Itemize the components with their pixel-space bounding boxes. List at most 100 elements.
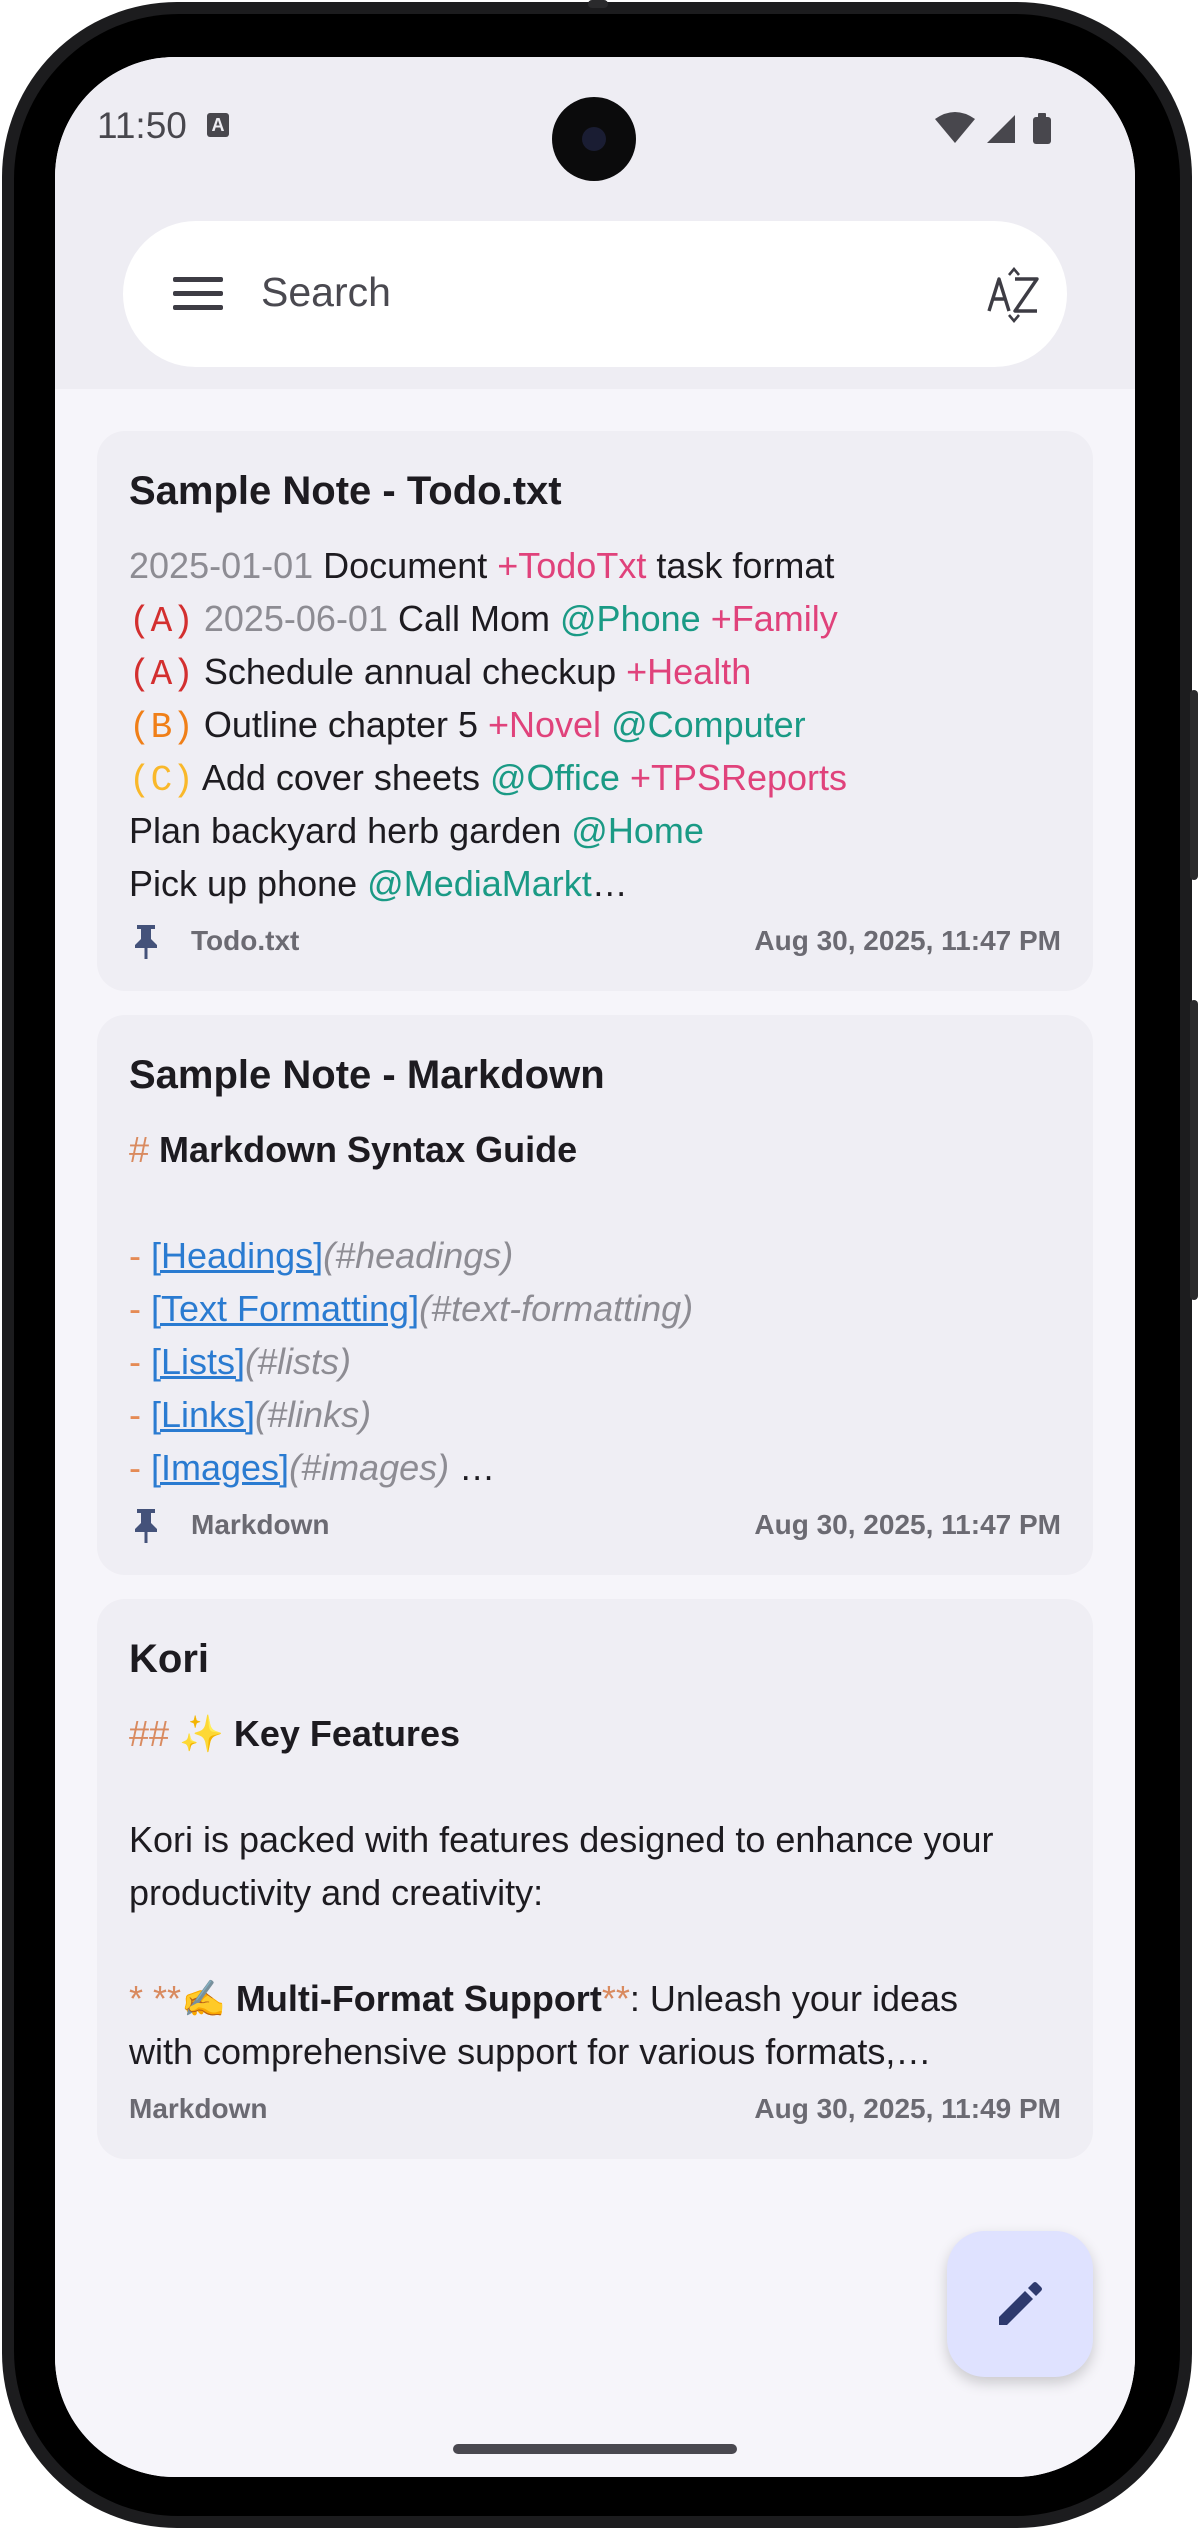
note-text-segment: - [129,1341,151,1382]
note-line: # Markdown Syntax Guide [129,1129,577,1171]
note-line: with comprehensive support for various f… [129,2031,931,2073]
note-line: productivity and creativity: [129,1872,543,1914]
screen: 11:50 A Search Sample Note - Todo.txt 20… [55,57,1135,2477]
note-card[interactable]: Sample Note - Todo.txt 2025-01-01 Docume… [97,431,1093,991]
note-title: Kori [129,1637,209,1681]
note-text-segment[interactable]: [Text Formatting] [151,1288,419,1329]
note-text-segment: (#headings) [323,1235,514,1276]
note-title: Sample Note - Todo.txt [129,469,562,513]
sort-az-icon[interactable] [985,267,1043,325]
note-text-segment: +Family [710,598,838,639]
note-line: (A) Schedule annual checkup +Health [129,651,751,695]
note-text-segment[interactable]: [Links] [151,1394,255,1435]
note-text-segment: # [129,1129,160,1170]
note-text-segment: (C) [129,760,194,801]
volume-button [1190,1000,1198,1300]
note-text-segment[interactable]: [Images] [151,1447,289,1488]
pin-icon [135,1509,157,1543]
note-text-segment: task format [646,545,835,586]
note-text-segment: Pick up phone [129,863,368,904]
note-line: (B) Outline chapter 5 +Novel @Computer [129,704,806,748]
note-text-segment: - [129,1447,151,1488]
note-text-segment: Add cover sheets [193,757,490,798]
note-text-segment: … [449,1447,496,1488]
menu-icon[interactable] [173,277,223,311]
note-line: - [Lists](#lists) [129,1341,351,1383]
note-line: Plan backyard herb garden @Home [129,810,704,852]
note-line: Pick up phone @MediaMarkt… [129,863,628,905]
note-text-segment [601,704,611,745]
note-text-segment: … [591,863,628,904]
note-text-segment: ✍️ [181,1978,236,2019]
note-title: Sample Note - Markdown [129,1053,605,1097]
note-card[interactable]: Sample Note - Markdown # Markdown Syntax… [97,1015,1093,1575]
note-meta: Markdown Aug 30, 2025, 11:49 PM [129,2089,1061,2129]
note-text-segment: Markdown Syntax Guide [159,1129,578,1170]
note-text-segment: (A) [129,601,194,642]
status-time: 11:50 [97,105,187,146]
status-icons [935,112,1051,144]
note-card[interactable]: Kori ## ✨ Key Features Kori is packed wi… [97,1599,1093,2159]
note-text-segment: Call Mom [387,598,561,639]
note-text-segment: ✨ [179,1713,234,1754]
front-camera [552,97,636,181]
note-text-segment: Schedule annual checkup [193,651,627,692]
note-text-segment: @Home [571,810,704,851]
note-format-label: Markdown [129,2093,268,2124]
note-text-segment [701,598,711,639]
note-text-segment: +Novel [487,704,602,745]
home-indicator[interactable] [453,2444,737,2454]
note-text-segment: Key Features [233,1713,460,1754]
note-text-segment: ** [601,1978,630,2019]
note-text-segment: @Office [490,757,620,798]
note-text-segment: - [129,1288,151,1329]
note-text-segment: productivity and creativity: [129,1872,544,1913]
edit-pencil-icon [999,2282,1042,2325]
note-line: - [Images](#images) … [129,1447,495,1489]
cellular-signal-icon [987,115,1015,143]
notes-list: Sample Note - Todo.txt 2025-01-01 Docume… [55,389,1135,2477]
search-bar[interactable]: Search [123,221,1067,367]
note-text-segment: (#images) [289,1447,450,1488]
note-line: - [Links](#links) [129,1394,371,1436]
note-format-label: Todo.txt [191,925,300,956]
note-text-segment: (A) [129,654,194,695]
top-antenna [588,0,608,8]
note-text-segment [194,598,204,639]
note-line: (C) Add cover sheets @Office +TPSReports [129,757,847,801]
note-text-segment: with comprehensive support for various f… [129,2031,932,2072]
note-text-segment: (#lists) [245,1341,352,1382]
note-text-segment: (B) [129,707,194,748]
note-date: Aug 30, 2025, 11:47 PM [754,925,1061,956]
note-line: * **✍️ Multi-Format Support**: Unleash y… [129,1978,958,2020]
wifi-icon [935,112,975,143]
search-input[interactable]: Search [261,269,391,316]
note-text-segment[interactable]: [Lists] [151,1341,245,1382]
note-text-segment: @Phone [560,598,701,639]
note-line: Kori is packed with features designed to… [129,1819,994,1861]
note-text-segment: : Unleash your ideas [629,1978,959,2019]
note-text-segment: * ** [129,1978,182,2019]
note-text-segment: 2025-06-01 [203,598,388,639]
note-line: - [Text Formatting](#text-formatting) [129,1288,693,1330]
note-meta: Todo.txt Aug 30, 2025, 11:47 PM [129,921,1061,961]
battery-icon [1033,113,1051,144]
note-text-segment: +TPSReports [629,757,848,798]
note-date: Aug 30, 2025, 11:47 PM [754,1509,1061,1540]
note-text-segment: Document [313,545,498,586]
note-text-segment: 2025-01-01 [129,545,314,586]
phone-frame: 11:50 A Search Sample Note - Todo.txt 20… [0,0,1198,2531]
power-button [1190,690,1198,880]
note-date: Aug 30, 2025, 11:49 PM [754,2093,1061,2124]
note-format-label: Markdown [191,1509,330,1540]
note-text-segment: +Health [626,651,752,692]
note-text-segment: (#links) [255,1394,372,1435]
note-text-segment: Multi-Format Support [235,1978,602,2019]
new-note-fab[interactable] [947,2231,1093,2377]
note-line: ## ✨ Key Features [129,1713,460,1755]
notification-a-icon: A [207,113,229,137]
note-text-segment: +TodoTxt [497,545,647,586]
note-text-segment: @Computer [611,704,806,745]
note-text-segment[interactable]: [Headings] [151,1235,323,1276]
note-text-segment: Outline chapter 5 [193,704,488,745]
